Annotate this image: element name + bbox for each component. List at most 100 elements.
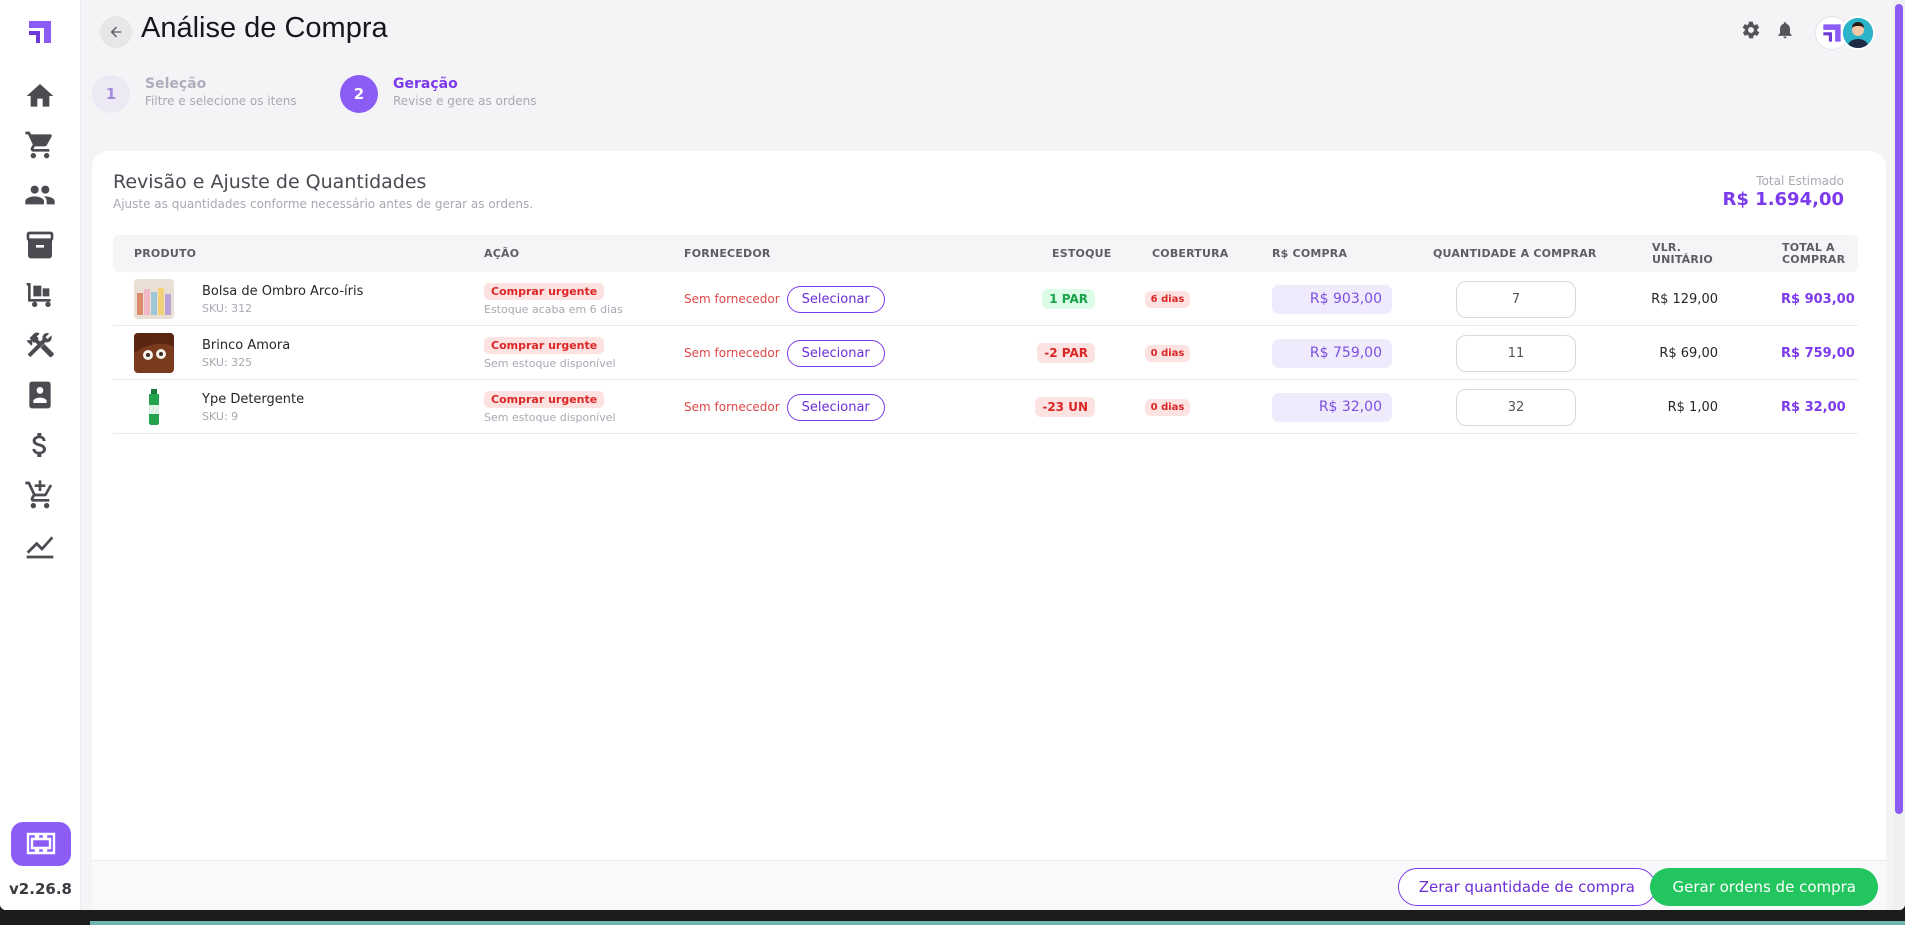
- product-sku: SKU: 325: [202, 355, 253, 369]
- no-supplier-label: Sem fornecedor: [684, 292, 780, 306]
- unit-value: R$ 129,00: [1651, 291, 1718, 307]
- product-info: Brinco Amora SKU: 325: [202, 326, 290, 380]
- user-avatars[interactable]: [1815, 16, 1875, 50]
- back-button[interactable]: [100, 16, 132, 48]
- col-quantidade[interactable]: QUANTIDADE A COMPRAR: [1433, 235, 1597, 272]
- no-supplier-label: Sem fornecedor: [684, 346, 780, 360]
- card-title: Revisão e Ajuste de Quantidades: [113, 171, 427, 193]
- quantity-input[interactable]: [1456, 280, 1576, 318]
- quantity-input[interactable]: [1456, 334, 1576, 372]
- col-compra[interactable]: R$ COMPRA: [1272, 235, 1347, 272]
- gear-icon[interactable]: [1741, 20, 1761, 40]
- sidebar-item-contacts[interactable]: [20, 375, 60, 415]
- col-fornecedor[interactable]: FORNECEDOR: [684, 235, 771, 272]
- generate-orders-button[interactable]: Gerar ordens de compra: [1650, 868, 1878, 906]
- step-number: 2: [340, 75, 378, 113]
- sidebar-item-inventory[interactable]: [20, 225, 60, 265]
- bell-icon[interactable]: [1775, 20, 1795, 40]
- home-icon: [26, 84, 54, 107]
- col-total[interactable]: TOTAL A COMPRAR: [1782, 235, 1858, 272]
- unit-value: R$ 1,00: [1667, 399, 1718, 415]
- table-row: Brinco Amora SKU: 325 Comprar urgente Se…: [113, 326, 1858, 380]
- user-avatar[interactable]: [1841, 16, 1875, 50]
- supplier-cell: Sem fornecedor Selecionar: [684, 272, 885, 326]
- sidebar-item-reports[interactable]: [20, 525, 60, 565]
- col-cobertura[interactable]: COBERTURA: [1152, 235, 1229, 272]
- sidebar-item-purchases[interactable]: [20, 275, 60, 315]
- reset-quantity-button[interactable]: Zerar quantidade de compra: [1397, 868, 1656, 906]
- company-logo-icon: [1823, 24, 1841, 42]
- step-generation[interactable]: 2 Geração Revise e gere as ordens: [340, 75, 536, 113]
- step-selection[interactable]: 1 Seleção Filtre e selecione os itens: [92, 75, 297, 113]
- coverage-badge: 0 dias: [1144, 398, 1191, 416]
- app-switcher-button[interactable]: [11, 822, 71, 866]
- sidebar-item-cart[interactable]: [20, 125, 60, 165]
- select-supplier-button[interactable]: Selecionar: [786, 393, 885, 421]
- product-thumbnail: [134, 326, 174, 380]
- product-info: Bolsa de Ombro Arco-íris SKU: 312: [202, 272, 363, 326]
- stock-cell: -23 UN: [1012, 380, 1095, 434]
- step-label: Seleção: [145, 76, 207, 92]
- no-supplier-label: Sem fornecedor: [684, 400, 780, 414]
- buy-value-cell: R$ 903,00: [1272, 272, 1392, 326]
- card-subtitle: Ajuste as quantidades conforme necessári…: [113, 197, 534, 211]
- supplier-cell: Sem fornecedor Selecionar: [684, 326, 885, 380]
- total-estimated-value: R$ 1.694,00: [1722, 189, 1844, 210]
- row-total: R$ 32,00: [1781, 399, 1846, 415]
- coverage-cell: 0 dias: [1113, 380, 1222, 434]
- badge-icon: [29, 381, 51, 409]
- total-cell: R$ 903,00: [1781, 272, 1855, 326]
- bag-image-icon: [134, 279, 174, 319]
- quantity-cell: [1456, 326, 1576, 380]
- app-logo-icon[interactable]: [26, 18, 54, 46]
- box-icon: [26, 231, 54, 259]
- col-unitario[interactable]: VLR. UNITÁRIO: [1652, 235, 1722, 272]
- user-portrait-icon: [1843, 18, 1873, 48]
- col-estoque[interactable]: ESTOQUE: [1052, 235, 1112, 272]
- product-name: Bolsa de Ombro Arco-íris: [202, 283, 364, 299]
- scrollbar-thumb[interactable]: [1895, 4, 1903, 814]
- coverage-badge: 0 dias: [1144, 344, 1191, 362]
- quantity-input[interactable]: [1456, 388, 1576, 426]
- sidebar-item-tools[interactable]: [20, 325, 60, 365]
- product-name: Brinco Amora: [202, 337, 291, 353]
- sidebar-item-people[interactable]: [20, 175, 60, 215]
- unit-value-cell: R$ 69,00: [1593, 326, 1718, 380]
- sidebar: v2.26.8: [0, 0, 81, 910]
- table-header: PRODUTO AÇÃO FORNECEDOR ESTOQUE COBERTUR…: [113, 235, 1858, 272]
- product-name: Ype Detergente: [202, 391, 305, 407]
- cart-plus-icon: [25, 480, 53, 509]
- urgent-badge: Comprar urgente: [484, 282, 605, 300]
- stock-badge: -2 PAR: [1037, 343, 1095, 363]
- quantity-cell: [1456, 272, 1576, 326]
- sidebar-item-add-cart[interactable]: [20, 475, 60, 515]
- product-info: Ype Detergente SKU: 9: [202, 380, 304, 434]
- col-acao[interactable]: AÇÃO: [484, 235, 519, 272]
- stock-badge: -23 UN: [1035, 397, 1095, 417]
- select-supplier-button[interactable]: Selecionar: [786, 339, 885, 367]
- footer-actions: Zerar quantidade de compra Gerar ordens …: [92, 860, 1886, 910]
- sidebar-item-home[interactable]: [20, 76, 60, 116]
- arrow-left-icon: [110, 26, 122, 38]
- people-icon: [25, 185, 55, 205]
- review-card: Revisão e Ajuste de Quantidades Ajuste a…: [92, 151, 1886, 910]
- chart-icon: [26, 536, 54, 559]
- buy-value: R$ 903,00: [1272, 284, 1392, 314]
- dollar-icon: [32, 433, 46, 457]
- step-description: Revise e gere as ordens: [393, 94, 537, 108]
- unit-value-cell: R$ 129,00: [1593, 272, 1718, 326]
- sidebar-item-finance[interactable]: [20, 425, 60, 465]
- unit-value-cell: R$ 1,00: [1593, 380, 1718, 434]
- trolley-icon: [26, 283, 51, 307]
- table-row: Ype Detergente SKU: 9 Comprar urgente Se…: [113, 380, 1858, 434]
- header-actions: [1741, 20, 1795, 40]
- row-total: R$ 903,00: [1781, 291, 1855, 307]
- desktop-strip: [0, 910, 1905, 925]
- product-sku: SKU: 312: [202, 301, 253, 315]
- page-scrollbar[interactable]: [1893, 0, 1905, 910]
- tools-icon: [26, 332, 54, 358]
- detergent-image-icon: [134, 387, 174, 427]
- select-supplier-button[interactable]: Selecionar: [786, 285, 885, 313]
- col-produto[interactable]: PRODUTO: [134, 235, 196, 272]
- buy-value: R$ 32,00: [1272, 392, 1392, 422]
